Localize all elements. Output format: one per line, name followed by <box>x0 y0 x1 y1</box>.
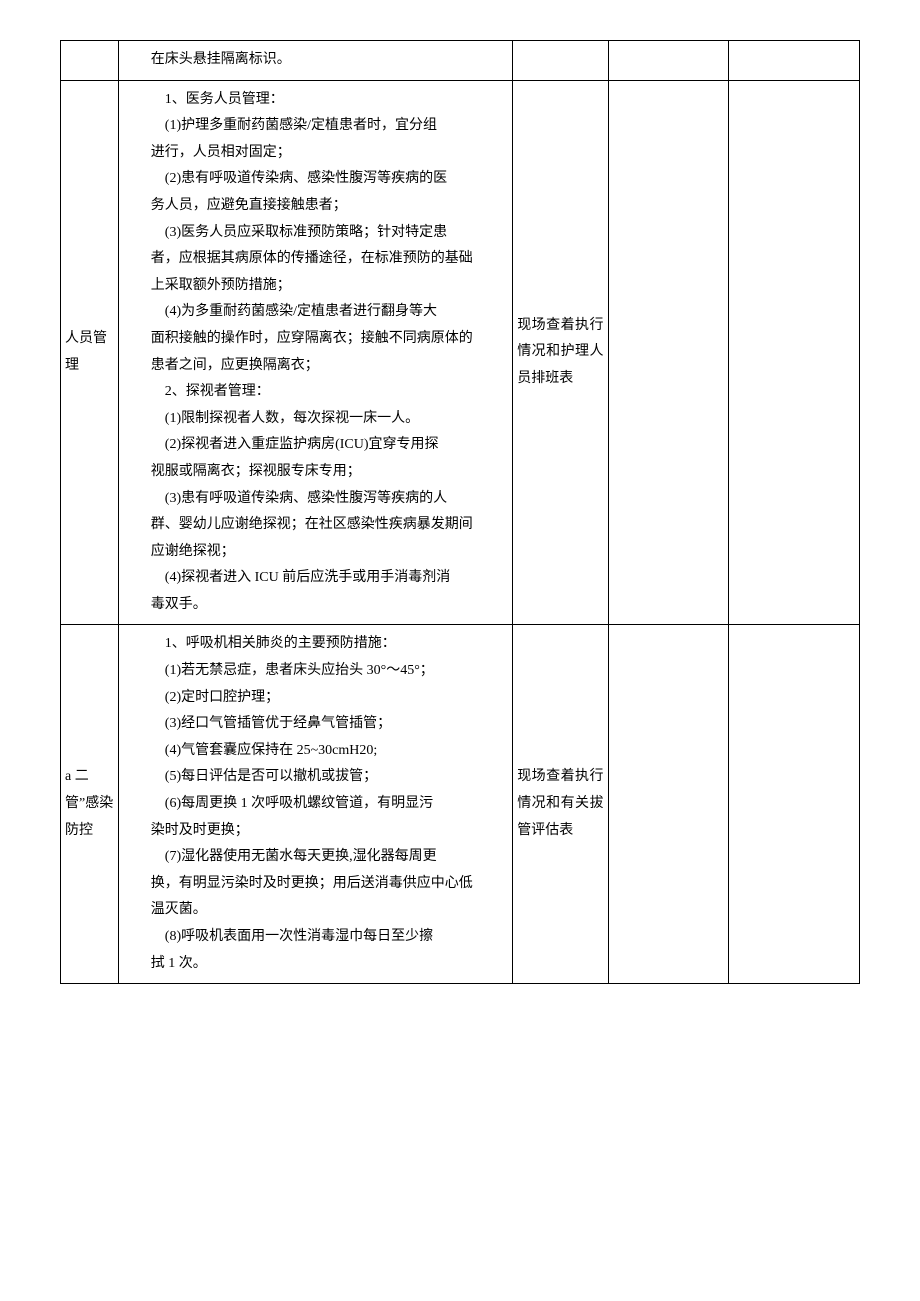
content-cell: 1、呼吸机相关肺炎的主要预防措施：(1)若无禁忌症，患者床头应抬头 30°～45… <box>118 625 512 984</box>
content-line: 拭 1 次。 <box>123 951 508 978</box>
blank-cell <box>729 80 860 625</box>
content-line: 温灭菌。 <box>123 897 508 924</box>
content-line: 进行，人员相对固定； <box>123 140 508 167</box>
content-line: 毒双手。 <box>123 592 508 619</box>
method-cell <box>513 41 608 81</box>
content-line: (6)每周更换 1 次呼吸机螺纹管道，有明显污 <box>123 791 508 818</box>
content-line: (1)限制探视者人数，每次探视一床一人。 <box>123 406 508 433</box>
content-line: 2、探视者管理： <box>123 379 508 406</box>
content-line: 染时及时更换； <box>123 818 508 845</box>
blank-cell <box>608 41 729 81</box>
category-cell: a 二管”感染防控 <box>61 625 119 984</box>
content-line: (3)经口气管插管优于经鼻气管插管； <box>123 711 508 738</box>
content-line: (1)若无禁忌症，患者床头应抬头 30°～45°； <box>123 658 508 685</box>
content-line: (3)医务人员应采取标准预防策略；针对特定患 <box>123 220 508 247</box>
content-line: (2)定时口腔护理； <box>123 685 508 712</box>
content-line: 视服或隔离衣；探视服专床专用； <box>123 459 508 486</box>
blank-cell <box>729 41 860 81</box>
table-row: 人员管理1、医务人员管理：(1)护理多重耐药菌感染/定植患者时，宜分组进行，人员… <box>61 80 860 625</box>
content-line: 群、婴幼儿应谢绝探视；在社区感染性疾病暴发期间 <box>123 512 508 539</box>
content-line: (4)为多重耐药菌感染/定植患者进行翻身等大 <box>123 299 508 326</box>
content-line: 在床头悬挂隔离标识。 <box>123 47 508 74</box>
content-line: 面积接触的操作时，应穿隔离衣；接触不同病原体的 <box>123 326 508 353</box>
content-line: (7)湿化器使用无菌水每天更换,湿化器每周更 <box>123 844 508 871</box>
content-line: 患者之间，应更换隔离衣； <box>123 353 508 380</box>
content-line: 1、呼吸机相关肺炎的主要预防措施： <box>123 631 508 658</box>
content-line: (2)患有呼吸道传染病、感染性腹泻等疾病的医 <box>123 166 508 193</box>
table-row: 在床头悬挂隔离标识。 <box>61 41 860 81</box>
content-line: (8)呼吸机表面用一次性消毒湿巾每日至少擦 <box>123 924 508 951</box>
content-line: (5)每日评估是否可以撤机或拔管； <box>123 764 508 791</box>
content-line: 务人员，应避免直接接触患者； <box>123 193 508 220</box>
method-cell: 现场查着执行情况和护理人员排班表 <box>513 80 608 625</box>
content-line: 者，应根据其病原体的传播途径，在标准预防的基础 <box>123 246 508 273</box>
method-cell: 现场查着执行情况和有关拔管评估表 <box>513 625 608 984</box>
blank-cell <box>608 80 729 625</box>
content-line: (4)探视者进入 ICU 前后应洗手或用手消毒剂消 <box>123 565 508 592</box>
blank-cell <box>729 625 860 984</box>
content-line: (1)护理多重耐药菌感染/定植患者时，宜分组 <box>123 113 508 140</box>
document-table: 在床头悬挂隔离标识。人员管理1、医务人员管理：(1)护理多重耐药菌感染/定植患者… <box>60 40 860 984</box>
content-line: 上采取额外预防措施； <box>123 273 508 300</box>
content-line: 应谢绝探视； <box>123 539 508 566</box>
content-line: 换，有明显污染时及时更换；用后送消毒供应中心低 <box>123 871 508 898</box>
category-cell: 人员管理 <box>61 80 119 625</box>
content-line: (2)探视者进入重症监护病房(ICU)宜穿专用探 <box>123 432 508 459</box>
content-line: (3)患有呼吸道传染病、感染性腹泻等疾病的人 <box>123 486 508 513</box>
content-cell: 1、医务人员管理：(1)护理多重耐药菌感染/定植患者时，宜分组进行，人员相对固定… <box>118 80 512 625</box>
content-line: (4)气管套囊应保持在 25~30cmH20; <box>123 738 508 765</box>
blank-cell <box>608 625 729 984</box>
category-cell <box>61 41 119 81</box>
content-cell: 在床头悬挂隔离标识。 <box>118 41 512 81</box>
table-row: a 二管”感染防控1、呼吸机相关肺炎的主要预防措施：(1)若无禁忌症，患者床头应… <box>61 625 860 984</box>
content-line: 1、医务人员管理： <box>123 87 508 114</box>
